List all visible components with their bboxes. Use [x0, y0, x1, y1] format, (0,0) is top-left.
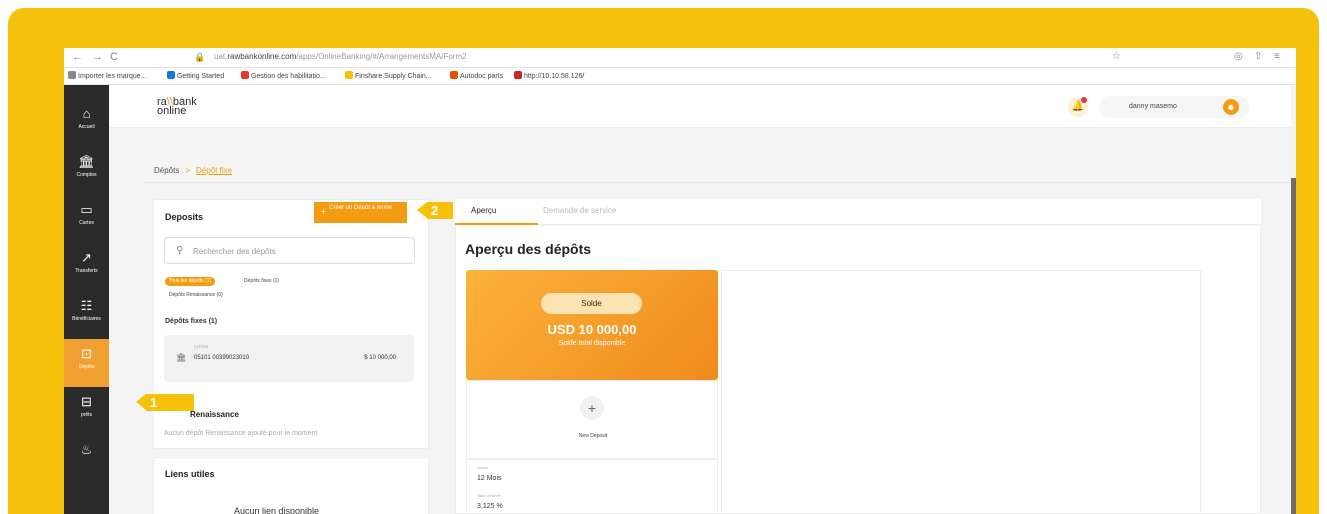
bank-icon: 🏛	[176, 353, 187, 362]
marker-arrow	[417, 202, 427, 218]
star-icon[interactable]: ☆	[1112, 51, 1121, 63]
bookmark-icon	[167, 71, 175, 79]
sidebar-item-beneficiaires[interactable]: ☷ Bénéficiaires	[64, 291, 109, 339]
duration-value: 12 Mois	[477, 475, 502, 482]
filter-renaissance[interactable]: Dépôts Renaissance (0)	[165, 291, 227, 300]
sidebar-item-depots[interactable]: ⊡ Dépôts	[64, 339, 109, 387]
bookmarks-bar: Importer les marque... Getting Started G…	[64, 68, 1296, 85]
renaissance-empty-text: Aucun dépôt Renaissance ajouté pour le m…	[164, 430, 318, 437]
bookmark-icon	[241, 71, 249, 79]
new-deposit-button[interactable]: + New Deposit	[466, 380, 718, 459]
balance-amount: USD 10 000,00	[547, 322, 637, 337]
url-prefix: uat.	[214, 52, 228, 61]
browser-screenshot: ← → C 🔒 uat.rawbankonline.com/apps/Onlin…	[64, 48, 1296, 514]
tab-apercu[interactable]: Aperçu	[471, 206, 496, 216]
useful-links-empty: Aucun lien disponible	[234, 506, 320, 514]
browser-toolbar: ← → C 🔒 uat.rawbankonline.com/apps/Onlin…	[64, 48, 1296, 68]
renaissance-heading: Renaissance	[190, 410, 239, 419]
reload-icon[interactable]: C	[110, 51, 118, 63]
bookmark-icon	[345, 71, 353, 79]
bookmark-icon	[450, 71, 458, 79]
deposit-detail-panel	[721, 270, 1201, 514]
breadcrumb: Dépôts > Dépôt fixe	[154, 166, 232, 176]
active-tab-indicator	[455, 223, 538, 225]
users-icon: ☷	[80, 298, 93, 313]
rawbank-logo: ra\\bank online	[157, 96, 197, 117]
bookmark-icon	[514, 71, 522, 79]
breadcrumb-current[interactable]: Dépôt fixe	[196, 166, 232, 175]
deposit-search[interactable]: ⚲	[164, 237, 415, 264]
tutorial-frame: ← → C 🔒 uat.rawbankonline.com/apps/Onlin…	[8, 8, 1319, 514]
overview-title: Aperçu des dépôts	[465, 241, 592, 257]
person-icon[interactable]: ☻	[1223, 99, 1239, 115]
user-menu[interactable]: danny masemo ☻	[1099, 96, 1249, 118]
page-scrollbar[interactable]	[1291, 178, 1296, 514]
fixed-deposits-heading: Dépôts fixes (1)	[165, 318, 218, 325]
balance-label: Solde	[541, 293, 642, 314]
bookmark-item[interactable]: http://10.10.58.126/	[514, 68, 584, 85]
app-sidebar: ⌂ Accueil 🏛 Comptes ▭ Cartes ↗ Transferts ☷ B…	[64, 85, 109, 514]
loan-icon: ⊟	[81, 394, 92, 409]
bookmark-item[interactable]: Getting Started	[167, 68, 224, 85]
balance-subtitle: Solde total disponible	[558, 340, 626, 347]
sidebar-item-accueil[interactable]: ⌂ Accueil	[64, 99, 109, 147]
search-input[interactable]	[193, 243, 403, 259]
interest-rate-value: 3,125 %	[477, 503, 503, 510]
useful-links-title: Liens utiles	[165, 469, 215, 479]
bank-icon: 🏛	[78, 154, 95, 169]
tab-bar: Aperçu Demande de service	[455, 199, 1261, 225]
home-icon: ⌂	[82, 106, 91, 121]
app-header: ra\\bank online 🔔 danny masemo ☻	[109, 85, 1291, 128]
search-icon: ⚲	[176, 245, 184, 256]
duration-label: Durée	[477, 465, 488, 470]
forward-icon[interactable]: →	[92, 51, 103, 63]
marker-arrow	[136, 394, 146, 410]
plus-icon: +	[321, 207, 326, 216]
sidebar-item-cartes[interactable]: ▭ Cartes	[64, 195, 109, 243]
create-deposit-button[interactable]: + Créer un Dépôt à terme	[314, 202, 407, 223]
divider	[142, 182, 1291, 183]
sidebar-item-more[interactable]: ♨	[64, 435, 109, 483]
balance-card: Solde USD 10 000,00 Solde total disponib…	[466, 270, 718, 380]
step-marker-2: 2	[417, 202, 453, 219]
breadcrumb-separator: >	[185, 166, 191, 175]
user-name: danny masemo	[1129, 103, 1177, 110]
deposit-account: 05101 00399023010	[194, 355, 250, 361]
breadcrumb-depots[interactable]: Dépôts	[154, 166, 179, 175]
filter-all[interactable]: Tous les dépôts (1)	[165, 277, 216, 286]
step-marker-1: 1	[136, 394, 194, 411]
url-domain: rawbankonline.com	[227, 52, 297, 61]
card-icon: ▭	[80, 202, 93, 217]
bookmark-item[interactable]: Autodoc.parts	[450, 68, 503, 85]
account-icon[interactable]: ◎	[1234, 51, 1243, 63]
lock-icon: 🔒	[194, 52, 206, 62]
deposit-icon: ⊡	[81, 346, 92, 361]
notification-dot	[1081, 97, 1087, 103]
sidebar-item-prets[interactable]: ⊟ prêts	[64, 387, 109, 435]
new-deposit-label: New Deposit	[578, 433, 608, 439]
deposit-details: Durée 12 Mois Taux d'intérêt 3,125 %	[466, 459, 718, 514]
menu-icon[interactable]: ≡	[1274, 51, 1280, 63]
back-icon[interactable]: ←	[72, 51, 83, 63]
savings-icon: ♨	[80, 442, 93, 457]
deposit-row[interactable]: CITFDS 🏛 05101 00399023010 $ 10 000,00	[164, 335, 414, 382]
tab-demande-de-service[interactable]: Demande de service	[543, 206, 616, 216]
deposit-amount: $ 10 000,00	[364, 355, 396, 361]
deposit-type: CITFDS	[194, 344, 209, 349]
notification-bell-icon[interactable]: 🔔	[1068, 97, 1088, 117]
url-bar[interactable]: uat.rawbankonline.com/apps/OnlineBanking…	[214, 51, 467, 63]
plus-icon: +	[580, 396, 604, 420]
bookmark-icon	[68, 71, 76, 79]
bookmark-item[interactable]: Gestion des habilitatio...	[241, 68, 326, 85]
sidebar-item-comptes[interactable]: 🏛 Comptes	[64, 147, 109, 195]
filter-fixed[interactable]: Dépôts fixes (1)	[240, 277, 283, 286]
bookmark-item[interactable]: Importer les marque...	[68, 68, 146, 85]
deposits-title: Deposits	[165, 212, 204, 222]
share-icon[interactable]: ⇧	[1254, 51, 1262, 63]
sidebar-item-transferts[interactable]: ↗ Transferts	[64, 243, 109, 291]
bookmark-item[interactable]: Finshare Supply Chain...	[345, 68, 432, 85]
interest-rate-label: Taux d'intérêt	[477, 493, 501, 498]
transfer-arrow-icon: ↗	[81, 250, 92, 265]
url-path: /apps/OnlineBanking/#/ArrangementsMA/For…	[296, 52, 467, 61]
